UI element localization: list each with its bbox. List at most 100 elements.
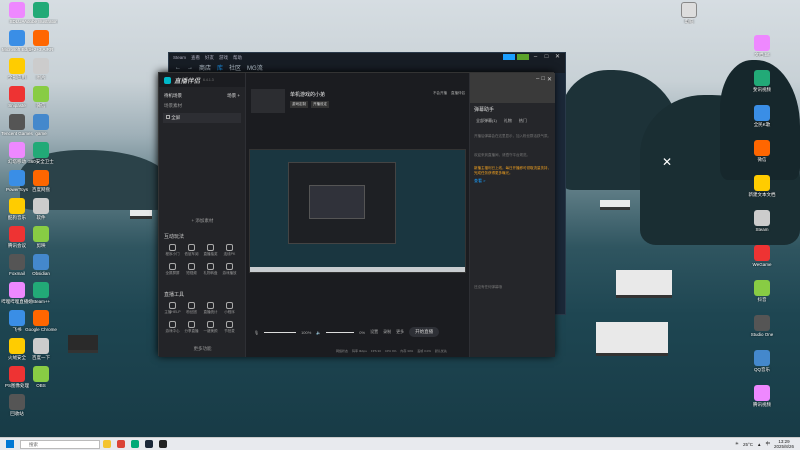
minimize-icon[interactable]: – [531, 54, 540, 61]
friends-icon[interactable] [517, 54, 529, 60]
clock-date[interactable]: 2025/8/26 [774, 444, 794, 449]
record-button[interactable]: 录制 [383, 329, 391, 335]
more-functions-button[interactable]: 更多功能 [159, 346, 246, 352]
taskbar-chrome-icon[interactable] [117, 440, 125, 448]
desktop-icon[interactable]: Studio One [745, 315, 779, 337]
minimize-icon[interactable]: – [536, 76, 539, 100]
stream-title[interactable]: 单机游戏的小弟 [290, 91, 325, 98]
ime-indicator[interactable]: 中 [765, 441, 770, 447]
add-source-button[interactable]: + 添加素材 [159, 218, 246, 224]
taskbar-zhibo-icon[interactable] [159, 440, 167, 448]
tool-button[interactable]: 主播HELP [163, 302, 182, 315]
close-icon[interactable]: ✕ [553, 54, 562, 61]
mic-slider[interactable] [264, 331, 297, 333]
maximize-icon[interactable]: □ [541, 76, 545, 100]
taskbar-steam-icon[interactable] [145, 440, 153, 448]
maximize-icon[interactable]: □ [542, 54, 551, 61]
tab-hot[interactable]: 热门 [519, 118, 527, 124]
desktop-icon[interactable]: Obsidian [24, 254, 58, 276]
desktop-icon[interactable]: 剪映 [24, 226, 58, 248]
tool-button[interactable]: 短视频 [182, 263, 201, 276]
speaker-icon[interactable]: 🔈 [316, 330, 321, 335]
desktop-icon[interactable]: 文档.txt [745, 35, 779, 57]
forward-icon[interactable]: → [187, 65, 193, 71]
settings-button[interactable]: 设置 [370, 329, 378, 335]
mic-icon[interactable]: 🎙 [254, 330, 259, 335]
notification-icon[interactable] [503, 54, 515, 60]
nav-profile[interactable]: MG流 [247, 63, 263, 72]
network-icon[interactable]: ▲ [757, 442, 761, 447]
nav-community[interactable]: 社区 [229, 63, 241, 72]
tool-button[interactable]: 直播抽奖 [201, 244, 220, 257]
desktop-icon[interactable]: OBS [24, 366, 58, 388]
desktop-icon[interactable]: 微信 [745, 140, 779, 162]
tool-button[interactable]: 粉丝团 [182, 302, 201, 315]
taskbar-app-icon[interactable] [131, 440, 139, 448]
tool-button[interactable]: 一键美颜 [201, 321, 220, 334]
tool-button[interactable]: 连线PK [220, 244, 239, 257]
preview-canvas[interactable] [249, 149, 466, 273]
tool-button[interactable]: 全屏屏屏 [163, 263, 182, 276]
header-btn[interactable]: 直播伴侣 [451, 91, 465, 96]
tool-button[interactable]: 游戏播放 [220, 263, 239, 276]
desktop-icon[interactable]: Steam [745, 210, 779, 232]
desktop-icon[interactable]: 腾讯视频 [745, 385, 779, 407]
more-button[interactable]: 更多 [396, 329, 404, 335]
cover-thumbnail[interactable] [251, 89, 285, 113]
tool-button[interactable]: 游戏中心 [163, 321, 182, 334]
desktop-icon[interactable]: 图片 [24, 58, 58, 80]
tag-setting[interactable]: 开播设定 [311, 101, 329, 108]
close-icon[interactable]: ✕ [547, 76, 552, 100]
tab-scene[interactable]: 场景 [227, 93, 236, 98]
steam-menu-item[interactable]: Steam [173, 55, 186, 60]
tag-game[interactable]: 游戏定制 [290, 101, 308, 108]
desktop-icon[interactable]: 百度网盘 [24, 170, 58, 192]
desktop-icon[interactable]: WeGame [745, 245, 779, 267]
tab-all-chat[interactable]: 全部弹幕(1) [476, 118, 497, 124]
nav-store[interactable]: 商店 [199, 63, 211, 72]
header-btn[interactable]: 不会开播 [433, 91, 447, 96]
nav-library[interactable]: 库 [217, 63, 223, 72]
desktop-icon[interactable]: 新建文本文档 [745, 175, 779, 197]
desktop-icon[interactable]: 回收站 [0, 394, 34, 416]
start-live-button[interactable]: 开始直播 [409, 327, 440, 337]
zhibo-window[interactable]: 直播伴侣 6.4.1.3 待机场景 场景 + 场景素材 全屏 + 添加素材 互动… [158, 72, 555, 357]
close-icon[interactable]: ✕ [662, 155, 672, 169]
notice-link[interactable]: 查看 > [474, 178, 551, 184]
steam-menu-item[interactable]: 游戏 [219, 55, 228, 61]
tab-gift[interactable]: 礼物 [504, 118, 512, 124]
speaker-slider[interactable] [326, 331, 355, 333]
windows-start-icon[interactable] [6, 440, 14, 448]
tool-button[interactable]: 低屁车阅 [182, 244, 201, 257]
desktop-icon[interactable]: 抖音 [745, 280, 779, 302]
tool-button[interactable]: 直播统计 [201, 302, 220, 315]
steam-menu-item[interactable]: 好友 [205, 55, 214, 61]
desktop-icon[interactable]: 微信 [24, 86, 58, 108]
tool-button[interactable]: 节拍麦 [220, 321, 239, 334]
desktop-icon[interactable]: QQ音乐 [745, 350, 779, 372]
desktop-icon[interactable]: Steam++ [24, 282, 58, 304]
desktop-icon[interactable]: 斐讯视频 [745, 70, 779, 92]
tool-button[interactable]: 小程序 [220, 302, 239, 315]
desktop-icon[interactable]: 360安全卫士 [24, 142, 58, 164]
tool-button[interactable]: 分享直播 [182, 321, 201, 334]
desktop-icon[interactable]: 软件 [24, 198, 58, 220]
tool-button[interactable]: 礼物转盘 [201, 263, 220, 276]
weather-temp[interactable]: 25°C [743, 442, 753, 447]
desktop-icon[interactable]: Adobe Illustrator 2024 [24, 2, 58, 24]
desktop-icon-computer[interactable]: 电脑 [672, 2, 706, 24]
desktop-icon[interactable]: 全民K歌 [745, 105, 779, 127]
taskbar-search-input[interactable]: 搜索 [20, 439, 100, 449]
desktop-icon[interactable]: 百度一下 [24, 338, 58, 360]
desktop-icon[interactable]: game [24, 114, 58, 136]
scene-title[interactable]: 待机场景 [164, 93, 182, 99]
taskbar-files-icon[interactable] [103, 440, 111, 448]
source-item[interactable]: 全屏 [163, 113, 241, 123]
steam-menu-item[interactable]: 帮助 [233, 55, 242, 61]
back-icon[interactable]: ← [175, 65, 181, 71]
desktop-icon[interactable]: 1+2+3 AIRR [24, 30, 58, 52]
tool-button[interactable]: 程序小门 [163, 244, 182, 257]
add-scene-button[interactable]: + [237, 93, 240, 98]
steam-menu-item[interactable]: 查看 [191, 55, 200, 61]
weather-icon[interactable]: ☀ [735, 441, 739, 447]
